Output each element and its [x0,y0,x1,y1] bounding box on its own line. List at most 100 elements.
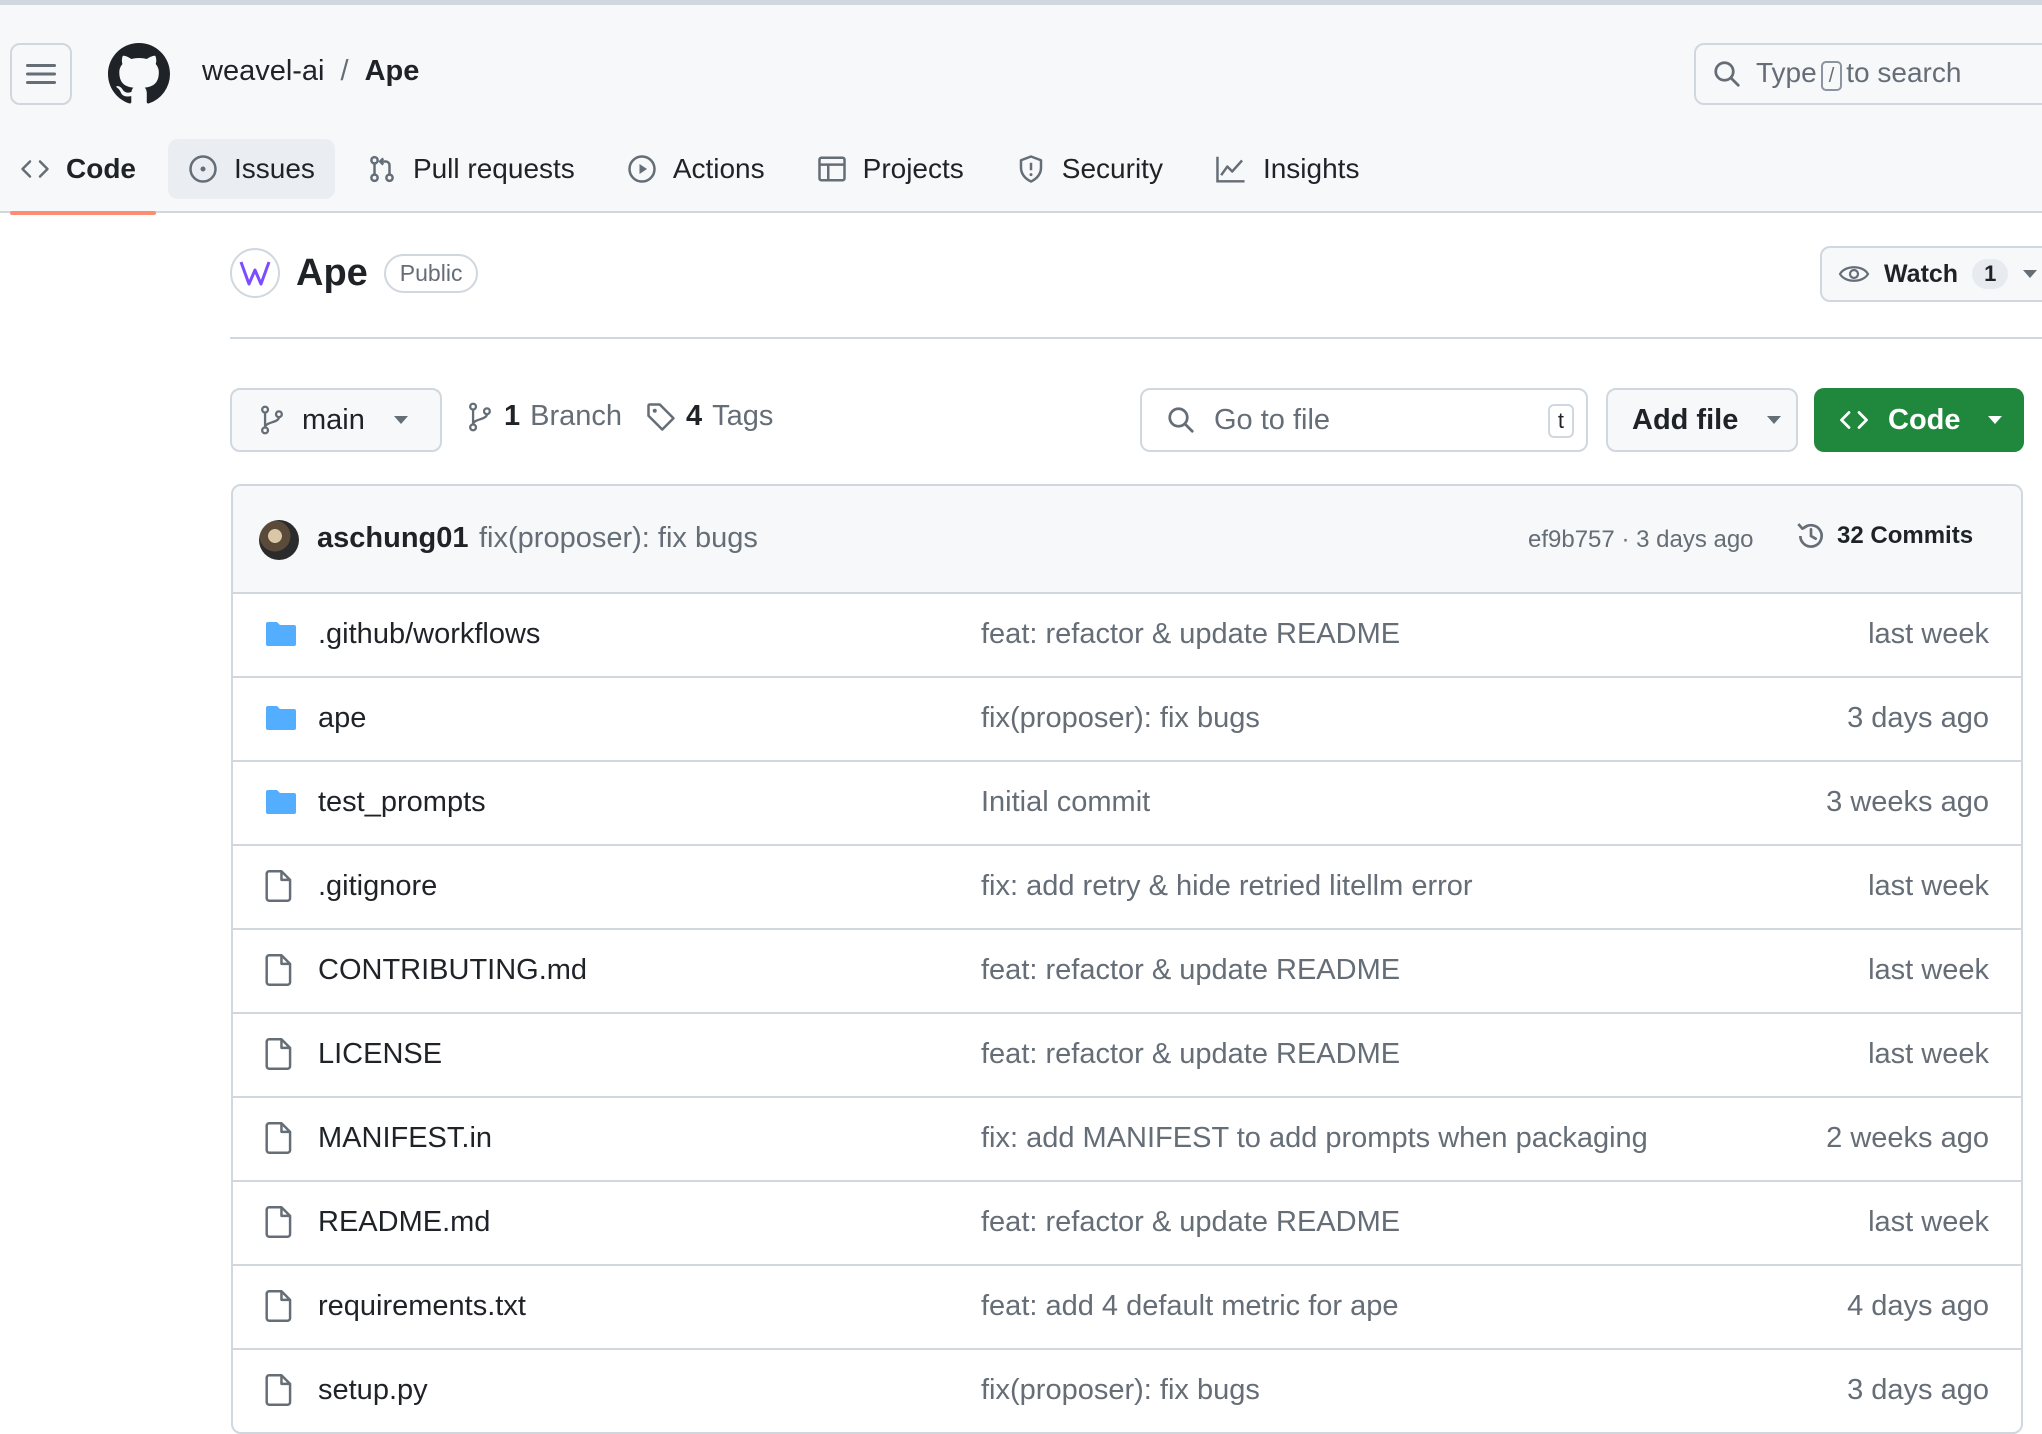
table-row[interactable]: ape fix(proposer): fix bugs 3 days ago [233,678,2021,762]
commit-author[interactable]: aschung01 [317,522,469,555]
branch-count: 1 [504,400,521,432]
commit-hash[interactable]: ef9b757 [1528,526,1615,553]
app-header: weavel-ai / Ape Type / to search Code Issu… [0,0,2042,215]
table-row[interactable]: setup.py fix(proposer): fix bugs 3 days ag… [233,1350,2021,1432]
file-name-link[interactable]: LICENSE [318,1038,442,1071]
global-search-input[interactable]: Type / to search [1694,43,2042,105]
commit-time: 3 days ago [1636,526,1754,553]
breadcrumb-separator: / [340,55,349,87]
file-name-link[interactable]: .github/workflows [318,618,540,651]
code-button[interactable]: Code [1814,388,2024,452]
file-name-link[interactable]: setup.py [318,1374,428,1407]
github-logo-icon[interactable] [108,43,170,105]
commits-label: 32 Commits [1837,522,1974,549]
code-icon [1838,405,1870,435]
tab-security[interactable]: Security [996,139,1183,199]
tab-issues[interactable]: Issues [168,139,335,199]
commit-meta: ef9b757 · 3 days ago [1528,526,1754,553]
latest-commit-bar: aschung01 fix(proposer): fix bugs ef9b75… [233,486,2021,594]
file-name-link[interactable]: requirements.txt [318,1290,526,1323]
file-name-link[interactable]: README.md [318,1206,490,1239]
menu-button[interactable] [10,43,72,105]
hamburger-icon [26,62,56,86]
file-commit-message[interactable]: feat: refactor & update README [981,954,1400,987]
add-file-button[interactable]: Add file [1606,388,1798,452]
file-name-link[interactable]: ape [318,702,366,735]
repo-nav-tabs: Code Issues Pull requests Actions Projec… [0,139,1391,215]
breadcrumb-repo[interactable]: Ape [365,55,420,88]
search-shortcut-key: / [1820,61,1843,91]
watch-button[interactable]: Watch 1 [1820,246,2042,302]
file-commit-message[interactable]: feat: refactor & update README [981,618,1400,651]
file-name-link[interactable]: CONTRIBUTING.md [318,954,587,987]
file-name-link[interactable]: MANIFEST.in [318,1122,492,1155]
file-commit-message[interactable]: fix(proposer): fix bugs [981,1374,1260,1407]
branch-tag-info: 1 Branch 4 Tags [466,400,773,433]
caret-down-icon [2022,269,2038,279]
folder-icon [265,621,297,647]
tab-projects[interactable]: Projects [797,139,984,199]
tab-insights[interactable]: Insights [1195,139,1380,199]
table-row[interactable]: MANIFEST.in fix: add MANIFEST to add prom… [233,1098,2021,1182]
file-commit-message[interactable]: feat: add 4 default metric for ape [981,1290,1399,1323]
breadcrumb-owner[interactable]: weavel-ai [202,55,325,88]
commits-link[interactable]: 32 Commits [1795,520,1973,552]
tab-label: Actions [672,153,765,184]
table-row[interactable]: CONTRIBUTING.md feat: refactor & update R… [233,930,2021,1014]
table-row[interactable]: .github/workflows feat: refactor & update… [233,594,2021,678]
tab-pull-requests[interactable]: Pull requests [347,139,595,199]
file-icon [265,870,293,902]
avatar[interactable] [259,520,299,560]
pull-request-icon [367,154,397,184]
branch-select-button[interactable]: main [230,388,442,452]
tag-label: Tags [712,400,774,432]
file-icon [265,1374,293,1406]
go-to-file-input[interactable]: Go to file t [1140,388,1588,452]
table-row[interactable]: requirements.txt feat: add 4 default metr… [233,1266,2021,1350]
caret-down-icon [1766,415,1782,425]
file-commit-date: 2 weeks ago [1826,1122,1989,1154]
table-row[interactable]: test_prompts Initial commit 3 weeks ago [233,762,2021,846]
git-branch-icon [258,405,286,435]
file-commit-message[interactable]: feat: refactor & update README [981,1038,1400,1071]
tab-actions[interactable]: Actions [607,139,785,199]
file-icon [265,1122,293,1154]
file-name-link[interactable]: test_prompts [318,786,486,819]
issue-icon [188,154,218,184]
repo-owner-avatar[interactable] [230,248,280,298]
file-name-link[interactable]: .gitignore [318,870,437,903]
file-commit-date: last week [1868,870,1989,902]
branches-link[interactable]: 1 Branch [466,400,622,433]
search-placeholder: Type / to search [1756,57,1961,91]
repo-name[interactable]: Ape [296,252,368,295]
file-commit-message[interactable]: fix: add MANIFEST to add prompts when pa… [981,1122,1648,1155]
file-commit-message[interactable]: fix: add retry & hide retried litellm er… [981,870,1473,903]
tab-code[interactable]: Code [0,139,156,215]
shield-icon [1016,154,1046,184]
weavel-logo-icon [238,258,272,288]
file-commit-message[interactable]: Initial commit [981,786,1150,819]
caret-down-icon [1987,415,2003,425]
code-label: Code [1888,403,1961,436]
file-list: .github/workflows feat: refactor & update… [233,594,2021,1432]
folder-icon [265,789,297,815]
tab-label: Security [1061,153,1163,184]
table-row[interactable]: LICENSE feat: refactor & update README las… [233,1014,2021,1098]
tag-count: 4 [686,400,703,432]
add-file-label: Add file [1632,403,1739,436]
table-row[interactable]: README.md feat: refactor & update README l… [233,1182,2021,1266]
commit-message[interactable]: fix(proposer): fix bugs [479,522,758,555]
file-commit-message[interactable]: feat: refactor & update README [981,1206,1400,1239]
git-branch-icon [466,402,494,432]
tags-link[interactable]: 4 Tags [646,400,773,433]
search-icon [1166,405,1196,435]
file-commit-date: 3 weeks ago [1826,786,1989,818]
go-to-file-placeholder: Go to file [1214,403,1331,436]
file-commit-message[interactable]: fix(proposer): fix bugs [981,702,1260,735]
table-row[interactable]: .gitignore fix: add retry & hide retried … [233,846,2021,930]
table-icon [817,154,847,184]
shortcut-key: t [1547,404,1574,438]
file-icon [265,954,293,986]
divider [230,337,2042,339]
eye-icon [1838,262,1870,286]
